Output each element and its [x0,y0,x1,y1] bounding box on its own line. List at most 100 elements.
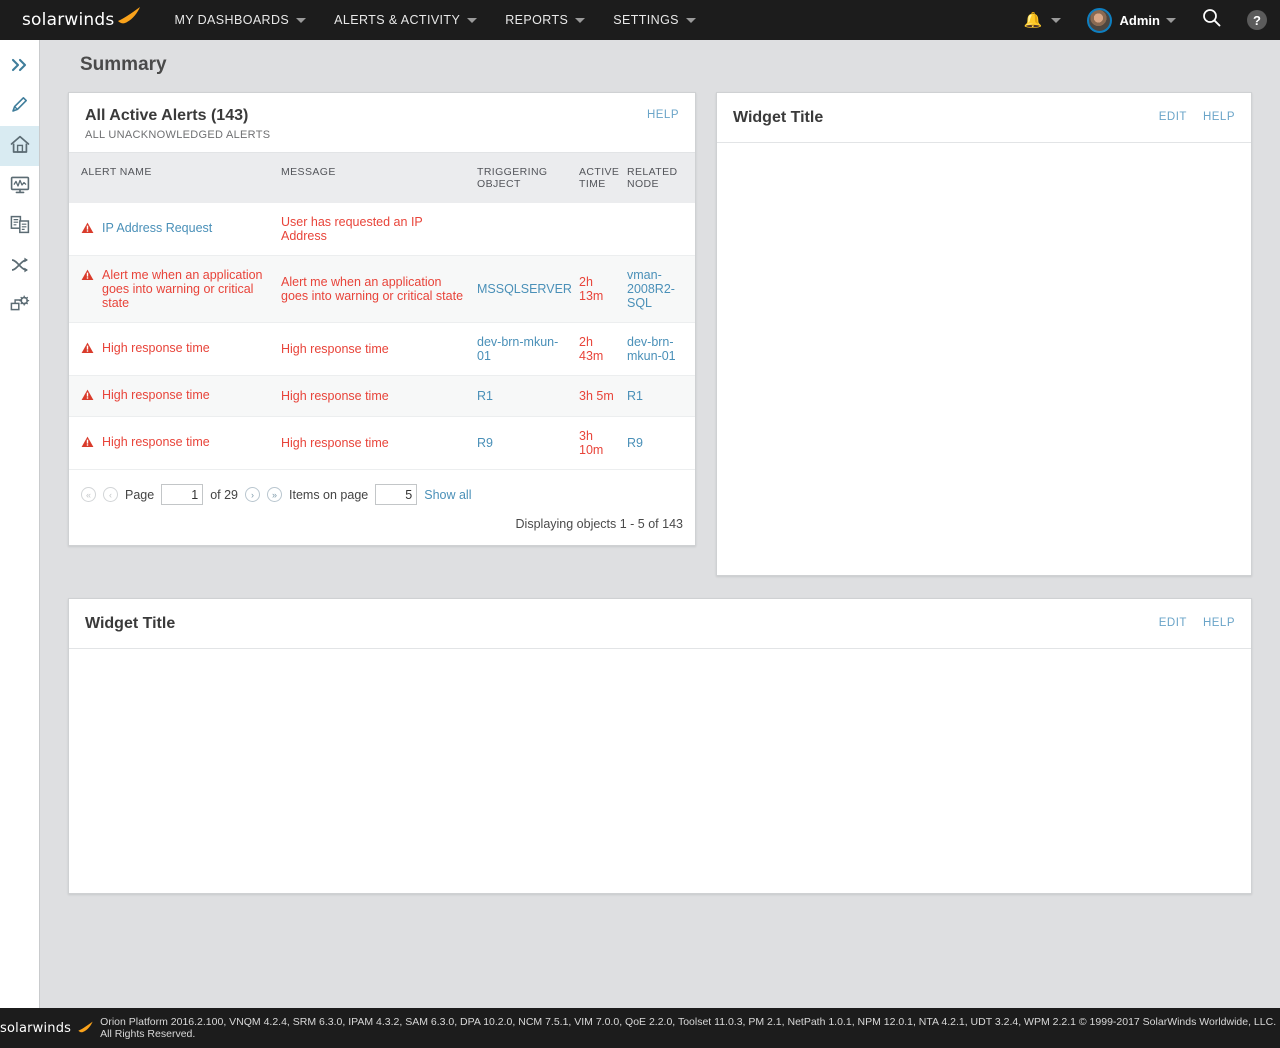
cell-message: High response time [281,416,477,470]
table-row[interactable]: High response time High response time R1… [69,375,695,417]
cell-message: High response time [281,375,477,417]
help-link[interactable]: HELP [647,109,679,121]
column-header-related-node[interactable]: RELATED NODE [627,153,695,203]
widget-title: Widget Title [733,109,824,126]
nav-label: REPORTS [505,13,569,27]
previous-page-button[interactable]: ‹ [103,487,118,502]
sidebar-item-performance[interactable] [0,166,39,206]
cell-triggering-object [477,203,579,256]
alert-name-link[interactable]: High response time [102,388,210,402]
active-time-text: 2h 13m [579,275,604,303]
column-header-triggering-object[interactable]: TRIGGERING OBJECT [477,153,579,203]
right-widget: Widget Title EDIT HELP [716,92,1252,576]
brand-logo[interactable]: solarwinds [0,7,160,30]
widget-header: Widget Title EDIT HELP [69,599,1251,649]
nav-label: SETTINGS [613,13,679,27]
user-avatar [1086,7,1112,33]
chevron-down-icon [575,17,586,23]
main-menu: MY DASHBOARDS ALERTS & ACTIVITY REPORTS … [160,0,710,40]
alert-name-link[interactable]: Alert me when an application goes into w… [102,268,273,310]
sidebar-item-expand-menu[interactable] [0,46,39,86]
edit-link[interactable]: EDIT [1159,111,1187,123]
left-sidebar [0,40,40,1008]
widget-actions: EDIT HELP [1159,615,1235,629]
next-page-button[interactable]: › [245,487,261,502]
widget-title: Widget Title [85,615,176,632]
widget-subtitle: ALL UNACKNOWLEDGED ALERTS [85,129,271,141]
page-number-input[interactable] [161,484,204,505]
user-menu-button[interactable]: Admin [1074,0,1189,40]
bell-icon: 🔔 [1023,12,1043,29]
first-page-button[interactable]: « [81,487,96,502]
table-row[interactable]: Alert me when an application goes into w… [69,255,695,323]
cell-related-node: R1 [627,375,695,417]
column-header-active-time[interactable]: ACTIVE TIME [579,153,627,203]
active-time-text: 3h 10m [579,429,604,457]
widget-content-area [69,649,1251,893]
cell-active-time: 2h 43m [579,322,627,376]
widget-content-area [717,143,1251,575]
top-navigation-bar: solarwinds MY DASHBOARDS ALERTS & ACTIVI… [0,0,1280,40]
help-button[interactable]: ? [1234,0,1280,40]
alert-name-link[interactable]: High response time [102,435,210,449]
footer-brand-name: solarwinds [0,1020,72,1036]
help-link[interactable]: HELP [1203,111,1235,123]
device-gear-icon [9,294,31,318]
related-node-link[interactable]: dev-brn-mkun-01 [627,335,676,363]
widget-actions: HELP [647,107,679,121]
nav-item-settings[interactable]: SETTINGS [599,0,710,40]
message-text: User has requested an IP Address [281,215,423,243]
cell-related-node: vman-2008R2-SQL [627,255,695,323]
chevron-down-icon [1050,17,1061,23]
related-node-link[interactable]: R9 [627,436,643,450]
triggering-object-link[interactable]: MSSQLSERVER [477,282,572,296]
sidebar-item-netpath[interactable] [0,246,39,286]
help-link[interactable]: HELP [1203,617,1235,629]
cell-triggering-object: dev-brn-mkun-01 [477,322,579,376]
triggering-object-link[interactable]: R1 [477,389,493,403]
widget-header: All Active Alerts (143) ALL UNACKNOWLEDG… [69,93,695,153]
cell-alert-name: High response time [69,375,281,417]
triggering-object-link[interactable]: dev-brn-mkun-01 [477,335,558,363]
widget-actions: EDIT HELP [1159,109,1235,123]
sidebar-item-edit[interactable] [0,86,39,126]
items-on-page-input[interactable] [375,484,418,505]
cell-alert-name: High response time [69,416,281,470]
nav-item-my-dashboards[interactable]: MY DASHBOARDS [160,0,320,40]
related-node-link[interactable]: vman-2008R2-SQL [627,268,675,310]
cell-triggering-object: R9 [477,416,579,470]
displaying-objects-label: Displaying objects 1 - 5 of 143 [515,517,683,531]
cell-message: Alert me when an application goes into w… [281,255,477,323]
related-node-link[interactable]: R1 [627,389,643,403]
nav-item-alerts-and-activity[interactable]: ALERTS & ACTIVITY [320,0,491,40]
show-all-link[interactable]: Show all [424,488,471,502]
user-name-label: Admin [1119,12,1160,28]
widget-title: All Active Alerts (143) [85,107,249,124]
alert-name-link[interactable]: High response time [102,341,210,355]
triggering-object-link[interactable]: R9 [477,436,493,450]
widgets-top-row: All Active Alerts (143) ALL UNACKNOWLEDG… [68,92,1252,576]
active-time-text: 3h 5m [579,389,614,403]
table-row[interactable]: High response time High response time R9… [69,416,695,470]
documents-icon [9,214,31,238]
sidebar-item-settings[interactable] [0,286,39,326]
edit-link[interactable]: EDIT [1159,617,1187,629]
alert-triangle-icon [81,389,94,404]
alert-name-link[interactable]: IP Address Request [102,221,212,235]
nav-item-reports[interactable]: REPORTS [491,0,599,40]
last-page-button[interactable]: » [267,487,283,502]
cell-related-node: dev-brn-mkun-01 [627,322,695,376]
table-row[interactable]: High response time High response time de… [69,322,695,376]
sidebar-item-home[interactable] [0,126,39,166]
column-header-message[interactable]: MESSAGE [281,153,477,203]
shuffle-arrows-icon [9,255,31,278]
table-body: IP Address Request User has requested an… [69,203,695,470]
cell-active-time: 3h 10m [579,416,627,470]
main-content: Summary All Active Alerts (143) ALL UNAC… [40,40,1280,1008]
column-header-alert-name[interactable]: ALERT NAME [69,153,281,203]
search-button[interactable] [1189,0,1234,40]
notifications-button[interactable]: 🔔 [1011,0,1074,40]
table-row[interactable]: IP Address Request User has requested an… [69,203,695,256]
pencil-icon [9,94,30,118]
sidebar-item-reports[interactable] [0,206,39,246]
